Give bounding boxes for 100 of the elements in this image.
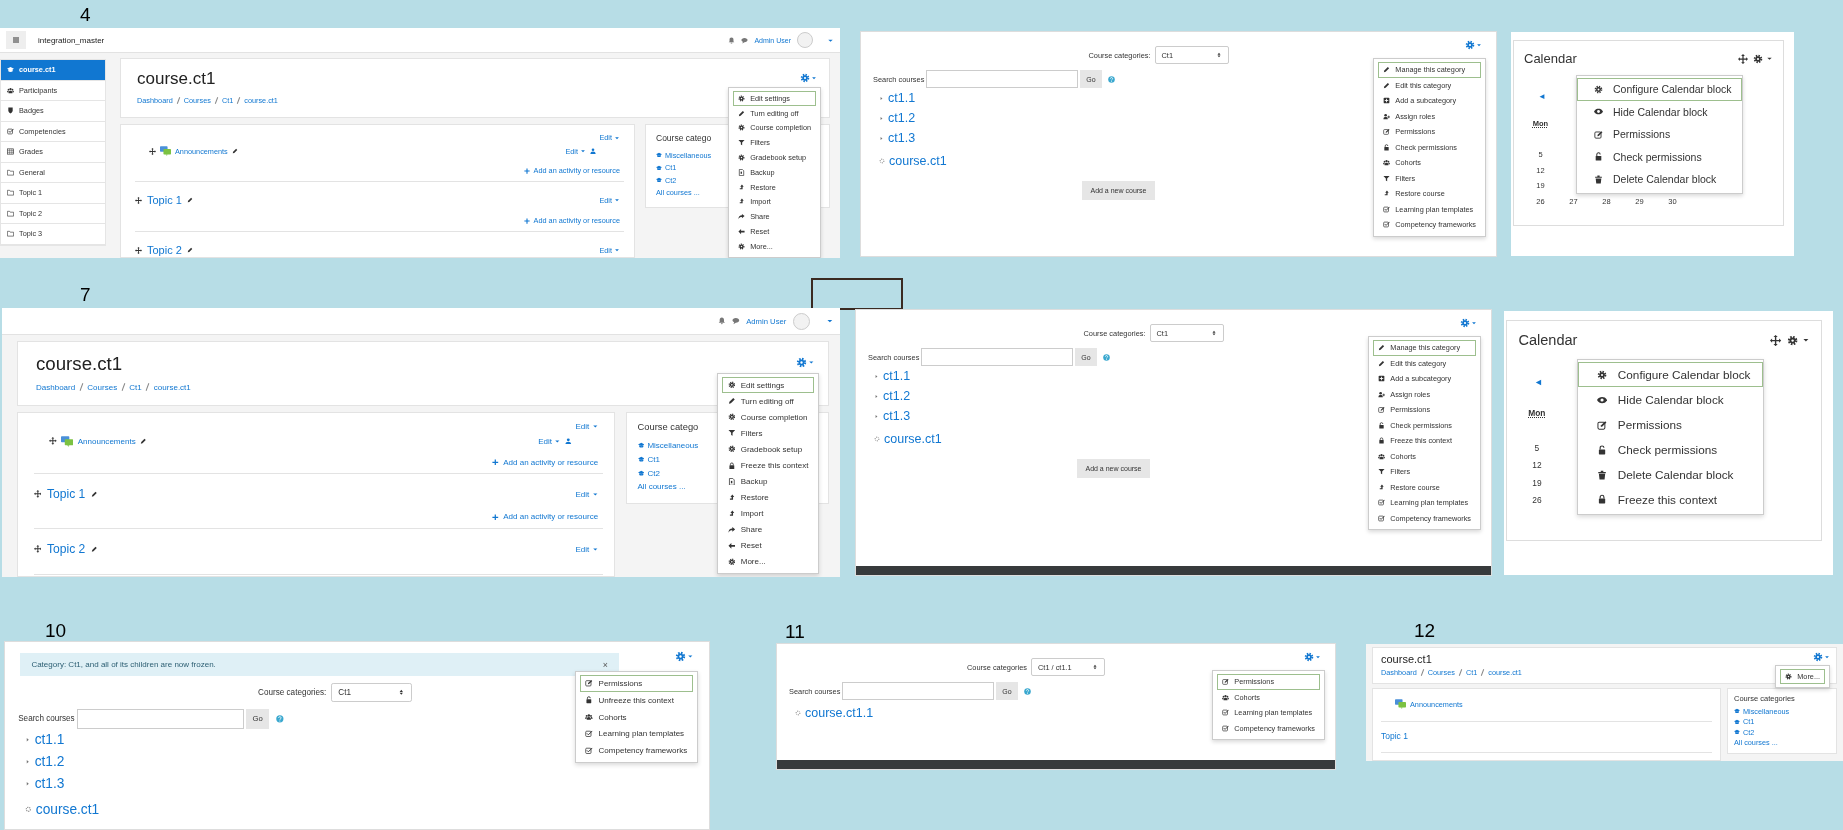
- plus-square-icon: [1383, 97, 1391, 105]
- subcategory-link[interactable]: ct1.1: [888, 91, 916, 105]
- subcategory-link[interactable]: ct1.1: [34, 732, 65, 748]
- edit-square-icon: [1596, 419, 1607, 430]
- graduation-cap-icon: [7, 66, 14, 74]
- menu-item[interactable]: Configure Calendar block: [1577, 78, 1743, 101]
- expand-triangle-icon: [874, 393, 879, 399]
- menu-item[interactable]: Delete Calendar block: [1577, 168, 1743, 191]
- block-title: Course catego: [656, 133, 712, 143]
- course-link[interactable]: course.ct1.1: [805, 706, 874, 720]
- trash-icon: [1596, 469, 1607, 480]
- gear-icon: [727, 413, 736, 421]
- menu-item[interactable]: Permissions: [1577, 123, 1743, 146]
- pencil-icon: [727, 397, 736, 405]
- edit-square-icon: [1222, 678, 1230, 686]
- menu-button[interactable]: [6, 31, 26, 49]
- updown-arrows-icon: [1210, 330, 1217, 336]
- calendar-day[interactable]: 19: [1518, 477, 1556, 495]
- updown-arrows-icon: [1215, 52, 1222, 58]
- folder-icon: [7, 189, 14, 197]
- checkbox-icon: [1222, 724, 1230, 732]
- course-link[interactable]: course.ct1: [35, 801, 100, 817]
- plus-icon: [523, 217, 530, 224]
- previous-month-link[interactable]: ◄: [1538, 92, 1546, 101]
- topic-title[interactable]: Topic 2: [46, 542, 86, 557]
- checkbox-icon: [7, 127, 14, 135]
- gear-icon: [738, 124, 746, 132]
- checkbox-icon: [585, 730, 594, 738]
- topic-title[interactable]: Topic 1: [147, 194, 182, 206]
- unlock-icon: [1596, 444, 1607, 455]
- move-icon: [1770, 334, 1782, 346]
- settings-button[interactable]: [1787, 334, 1810, 346]
- course-link[interactable]: course.ct1: [889, 154, 947, 168]
- expand-triangle-icon: [874, 373, 879, 379]
- settings-button[interactable]: [1753, 53, 1773, 64]
- arrow-left-icon: [727, 541, 736, 550]
- calendar-day[interactable]: 12: [1518, 460, 1556, 478]
- menu-item[interactable]: Hide Calendar block: [1577, 387, 1763, 413]
- go-button[interactable]: Go: [246, 708, 270, 729]
- expand-triangle-icon: [24, 781, 31, 787]
- topic-title[interactable]: Topic 2: [147, 244, 182, 256]
- pencil-icon: [231, 148, 238, 154]
- search-field[interactable]: [926, 70, 1079, 88]
- person-icon: [565, 437, 572, 445]
- topic-title[interactable]: Topic 1: [46, 487, 86, 502]
- expand-triangle-icon: [24, 759, 31, 765]
- page-title: course.ct1: [1381, 653, 1432, 665]
- gear-icon: [674, 650, 686, 662]
- search-field[interactable]: [76, 709, 244, 729]
- site-name: integration_master: [38, 35, 105, 45]
- graduation-cap-icon: [1734, 718, 1740, 725]
- folder-icon: [7, 209, 14, 217]
- table-icon: [7, 148, 14, 156]
- menu-item[interactable]: Hide Calendar block: [1577, 100, 1743, 123]
- file-icon: [738, 168, 746, 176]
- caret-icon: [614, 134, 620, 141]
- previous-month-link[interactable]: ◄: [1534, 377, 1543, 388]
- menu-item[interactable]: Check permissions: [1577, 437, 1763, 463]
- expand-triangle-icon: [874, 413, 879, 419]
- step-number: 11: [785, 621, 805, 643]
- bell-icon: [728, 36, 736, 44]
- menu-item[interactable]: Check permissions: [1577, 145, 1743, 168]
- filter-icon: [738, 139, 746, 147]
- gear-icon: [1465, 40, 1475, 50]
- subcategory-link[interactable]: ct1.3: [888, 131, 916, 145]
- caret-icon: [687, 653, 694, 660]
- menu-item[interactable]: Configure Calendar block: [1577, 362, 1763, 388]
- subcategory-link[interactable]: ct1.3: [883, 409, 911, 423]
- plus-icon: [492, 458, 499, 466]
- subcategory-link[interactable]: ct1.2: [883, 389, 911, 403]
- close-button[interactable]: ×: [602, 659, 608, 670]
- menu-item[interactable]: Delete Calendar block: [1577, 462, 1763, 488]
- topic-title[interactable]: Topic 1: [1381, 731, 1408, 741]
- course-link[interactable]: course.ct1: [884, 432, 942, 446]
- search-field[interactable]: [842, 682, 995, 700]
- calendar-day[interactable]: 5: [1518, 442, 1556, 461]
- menu-item[interactable]: Freeze this context: [1577, 487, 1763, 512]
- caret-icon: [811, 75, 817, 81]
- bell-icon: [717, 317, 726, 326]
- search-field[interactable]: [921, 348, 1074, 366]
- edit-square-icon: [1378, 406, 1386, 414]
- people-icon: [1222, 693, 1230, 701]
- lock-icon: [1596, 494, 1607, 505]
- unlock-icon: [1378, 421, 1386, 429]
- move-icon: [33, 545, 42, 553]
- subcategory-link[interactable]: ct1.2: [34, 754, 65, 770]
- lock-icon: [727, 461, 736, 470]
- subcategory-link[interactable]: ct1.3: [34, 776, 65, 792]
- people-icon: [7, 86, 14, 94]
- subcategory-link[interactable]: ct1.1: [883, 369, 911, 383]
- pencil-icon: [140, 437, 147, 445]
- pencil-icon: [90, 491, 98, 498]
- caret-icon: [1766, 55, 1773, 62]
- subcategory-link[interactable]: ct1.2: [888, 111, 916, 125]
- checkbox-icon: [1378, 514, 1386, 522]
- menu-item[interactable]: Permissions: [1577, 412, 1763, 438]
- page-title: course.ct1: [137, 69, 216, 89]
- user-name[interactable]: Admin User: [746, 316, 787, 326]
- calendar-day[interactable]: 26: [1518, 494, 1556, 513]
- move-icon: [33, 490, 42, 499]
